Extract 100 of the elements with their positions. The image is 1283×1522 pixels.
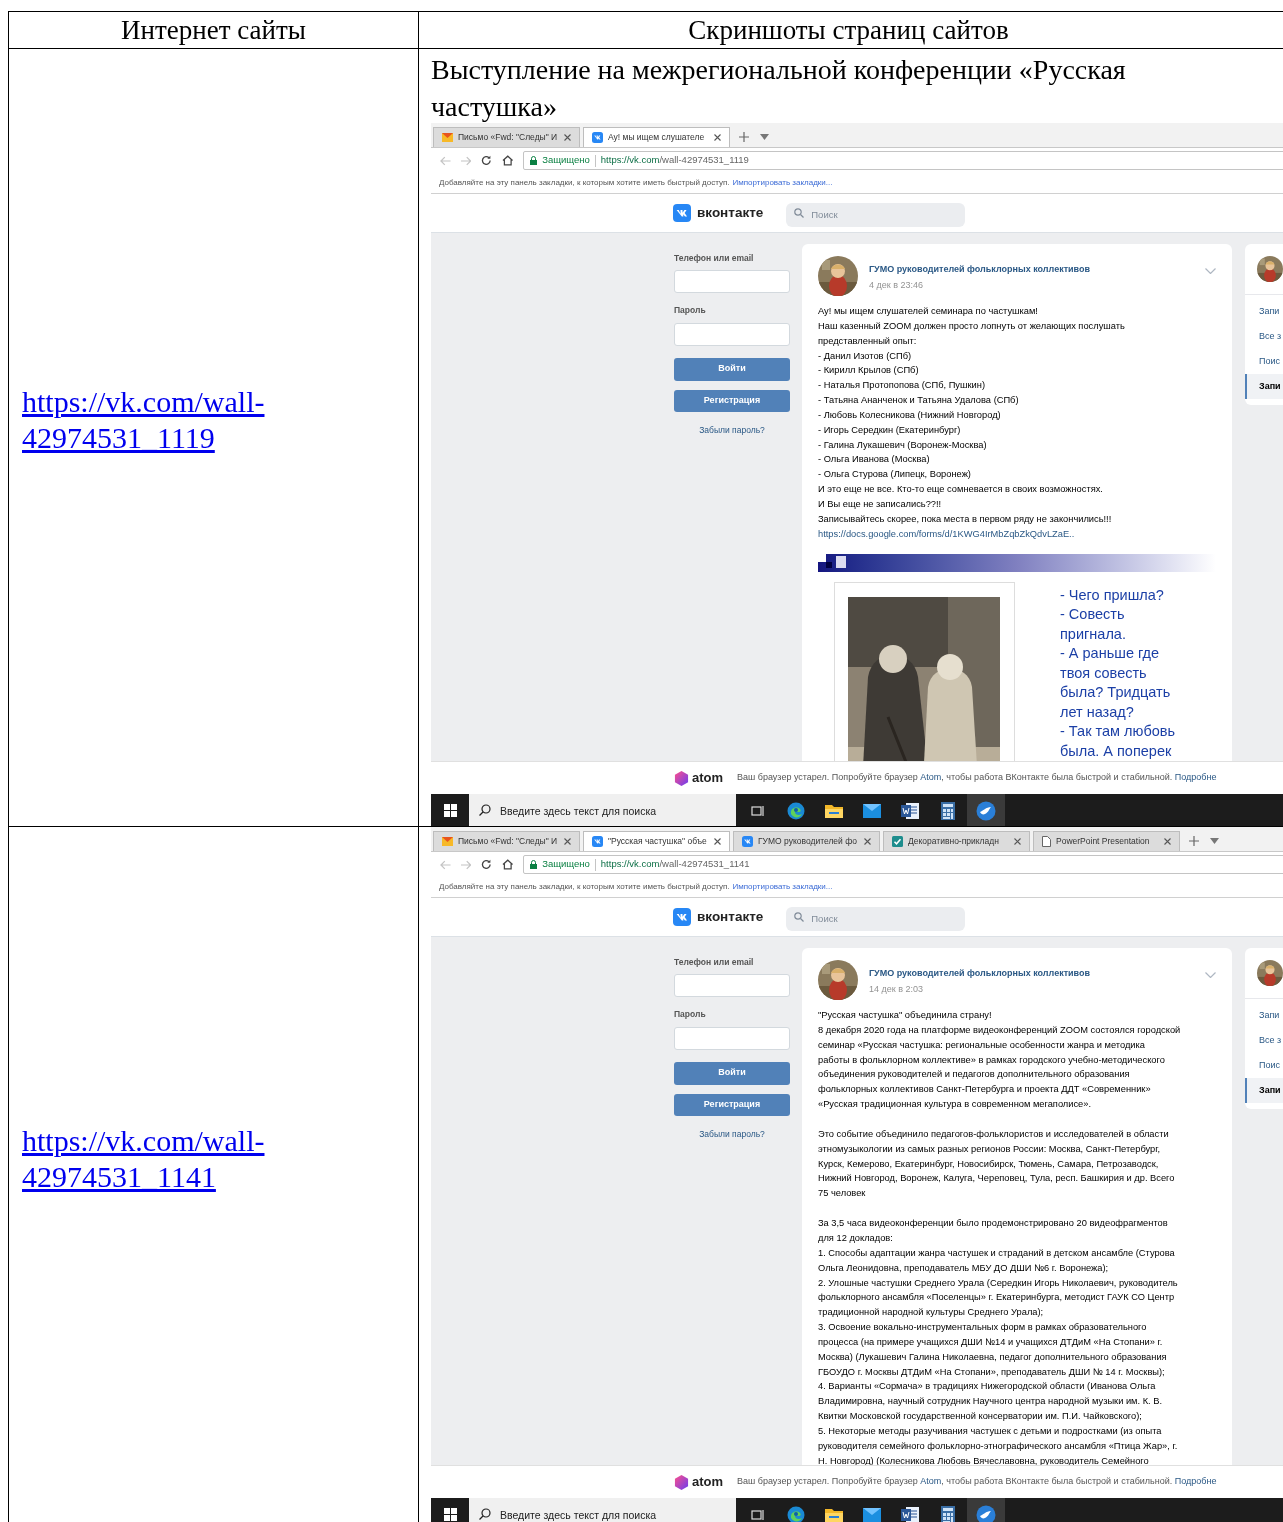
search-field[interactable]: Поиск	[786, 906, 966, 931]
search-icon	[794, 208, 805, 218]
login-button[interactable]: Войти	[674, 357, 790, 381]
post-text-line: - Игорь Середкин (Екатеринбург)	[818, 423, 962, 437]
browser-tab[interactable]: Письмо «Fwd: "Следы" И	[433, 127, 580, 147]
calculator-icon[interactable]	[941, 801, 955, 820]
home-icon[interactable]	[501, 155, 514, 166]
search-icon	[794, 912, 805, 922]
side-menu-item[interactable]: Поис	[1245, 349, 1283, 374]
home-icon[interactable]	[501, 859, 514, 870]
post-text-line: 2. Улошные частушки Среднего Урала (Середкин Игорь Николаевич, руководитель	[818, 1276, 1179, 1290]
lock-icon	[530, 156, 538, 165]
post-text-line: Москва) (Лукашевич Галина Николаевна, педагог дополнительного образования	[818, 1350, 1168, 1364]
browser-tab[interactable]: Письмо «Fwd: "Следы" И	[433, 831, 580, 851]
forgot-password-link[interactable]: Забыли пароль?	[699, 1127, 765, 1141]
browser-tab[interactable]: ГУМО руководителей фо	[733, 831, 880, 851]
post-text-line: - Ольга Иванова (Москва)	[818, 453, 931, 467]
side-menu-item[interactable]: Запи	[1245, 1078, 1283, 1103]
side-menu-item[interactable]: Все з	[1245, 1028, 1283, 1053]
login-button[interactable]: Войти	[674, 1061, 790, 1085]
phone-input-field[interactable]	[674, 269, 790, 293]
taskbar-app[interactable]	[967, 794, 1005, 826]
side-menu-item[interactable]: Все з	[1245, 324, 1283, 349]
task-view-icon[interactable]	[751, 804, 765, 817]
more-link[interactable]: Подробне	[1174, 1476, 1217, 1487]
import-bookmarks-link[interactable]: Импортировать закладки...	[732, 881, 833, 893]
taskbar-app[interactable]	[967, 1498, 1005, 1522]
image-caption-line: пригнала.	[1060, 624, 1127, 644]
browser-tab[interactable]: "Русская частушка" объе	[583, 831, 730, 851]
browser-tab[interactable]: PowerPoint Presentation	[1033, 831, 1180, 851]
tab-title: Декоративно-прикладн	[908, 835, 1000, 848]
more-link[interactable]: Подробне	[1174, 772, 1217, 783]
post-link[interactable]: https://docs.google.com/forms/d/1KWG4IrMbZqbZkQdvLZaE..	[818, 526, 1226, 542]
new-tab-icon[interactable]	[1189, 836, 1199, 846]
bird-app-icon[interactable]	[976, 1504, 996, 1522]
calculator-icon[interactable]	[941, 1505, 955, 1522]
post-author[interactable]: ГУМО руководителей фольклорных коллективов	[869, 967, 1205, 981]
folder-icon[interactable]	[825, 803, 843, 818]
taskbar-search-field[interactable]: Введите здесь текст для поиска	[469, 794, 736, 826]
section-caption: Выступление на межрегиональной конференции «Русская частушка»	[431, 53, 1127, 124]
side-menu-item[interactable]: Запи	[1245, 1003, 1283, 1028]
taskbar-search-field[interactable]: Введите здесь текст для поиска	[469, 1498, 736, 1522]
post-text-line: ГБОУДО г. Москвы ДТДиМ «На Стопани», преподаватель ДШИ № 14 г. Москвы);	[818, 1365, 1166, 1379]
dropdown-caret-icon[interactable]	[760, 134, 769, 140]
new-tab-icon[interactable]	[739, 132, 749, 142]
post-author[interactable]: ГУМО руководителей фольклорных коллективов	[869, 263, 1205, 277]
bird-app-icon[interactable]	[976, 800, 996, 821]
password-input-field[interactable]	[674, 1026, 790, 1050]
close-icon[interactable]	[564, 838, 571, 845]
phone-input-field[interactable]	[674, 973, 790, 997]
password-input-field[interactable]	[674, 322, 790, 346]
envelope-icon[interactable]	[863, 1507, 881, 1522]
atom-logo-text: atom	[692, 1473, 724, 1492]
post-text-line: этномузыкологии из самых разных регионов России: Москва, Санкт-Петербург,	[818, 1142, 1162, 1156]
field-label: Телефон или email	[674, 252, 755, 265]
close-icon[interactable]	[1014, 838, 1021, 845]
browser-tab[interactable]: Декоративно-прикладн	[883, 831, 1030, 851]
post-text-line: 1. Способы адаптации жанра частушек и страданий в детском ансамбле (Стурова	[818, 1246, 1176, 1260]
address-field[interactable]: Защищено https://vk.com/wall-42974531_1141	[523, 855, 1283, 874]
search-field[interactable]: Поиск	[786, 202, 966, 227]
close-icon[interactable]	[564, 134, 571, 141]
side-menu-item[interactable]: Поис	[1245, 1053, 1283, 1078]
close-icon[interactable]	[864, 838, 871, 845]
address-field[interactable]: Защищено https://vk.com/wall-42974531_1119	[523, 151, 1283, 170]
reload-icon[interactable]	[481, 859, 492, 870]
post-text-line: И Вы еще не записались??!!	[818, 497, 943, 511]
close-icon[interactable]	[714, 134, 721, 141]
envelope-icon[interactable]	[863, 803, 881, 818]
field-label: Пароль	[674, 303, 707, 317]
post-text-line: руководителя семейного фольклорно-этнографического ансамбля «Птица Жар», г.	[818, 1439, 1179, 1453]
folder-icon[interactable]	[825, 1507, 843, 1522]
browser-tab[interactable]: Ау! мы ищем слушателе	[583, 127, 730, 147]
document-app-icon[interactable]	[901, 1506, 919, 1522]
image-caption-line: - А раньше где	[1060, 644, 1161, 663]
lock-icon	[530, 860, 538, 869]
website-link[interactable]: https://vk.com/wall-42974531_1119	[22, 383, 322, 456]
dropdown-caret-icon[interactable]	[1210, 838, 1219, 844]
document-app-icon[interactable]	[901, 802, 919, 819]
post-text-line: - Наталья Протопопова (СПб, Пушкин)	[818, 379, 986, 393]
post-text-line: Это событие объединило педагогов-фольклористов и исследователей в области	[818, 1127, 1170, 1141]
forgot-password-link[interactable]: Забыли пароль?	[699, 423, 765, 437]
register-button[interactable]: Регистрация	[674, 389, 790, 412]
post-text-line: 4. Варианты «Сормача» в традициях Нижегородской области (Иванова Ольга	[818, 1380, 1157, 1394]
website-link[interactable]: https://vk.com/wall-42974531_1141	[22, 1122, 322, 1195]
url-text: https://vk.com/wall-42974531_1141	[600, 857, 750, 872]
post-text-line: - Татьяна Ананченок и Татьяна Удалова (СПб)	[818, 394, 1020, 408]
register-button[interactable]: Регистрация	[674, 1093, 790, 1116]
close-icon[interactable]	[714, 838, 721, 845]
close-icon[interactable]	[1164, 838, 1171, 845]
tab-title: Ау! мы ищем слушателе	[608, 131, 706, 144]
reload-icon[interactable]	[481, 155, 492, 166]
import-bookmarks-link[interactable]: Импортировать закладки...	[732, 177, 833, 189]
image-caption-line: - Чего пришла?	[1060, 585, 1165, 605]
edge-browser-icon[interactable]	[787, 801, 805, 820]
site-logo-text: вконтакте	[697, 907, 764, 926]
edge-browser-icon[interactable]	[787, 1505, 805, 1522]
task-view-icon[interactable]	[751, 1508, 765, 1521]
side-menu-item[interactable]: Запи	[1245, 374, 1283, 399]
side-menu-item[interactable]: Запи	[1245, 299, 1283, 324]
post-date: 4 дек в 23:46	[869, 278, 924, 292]
